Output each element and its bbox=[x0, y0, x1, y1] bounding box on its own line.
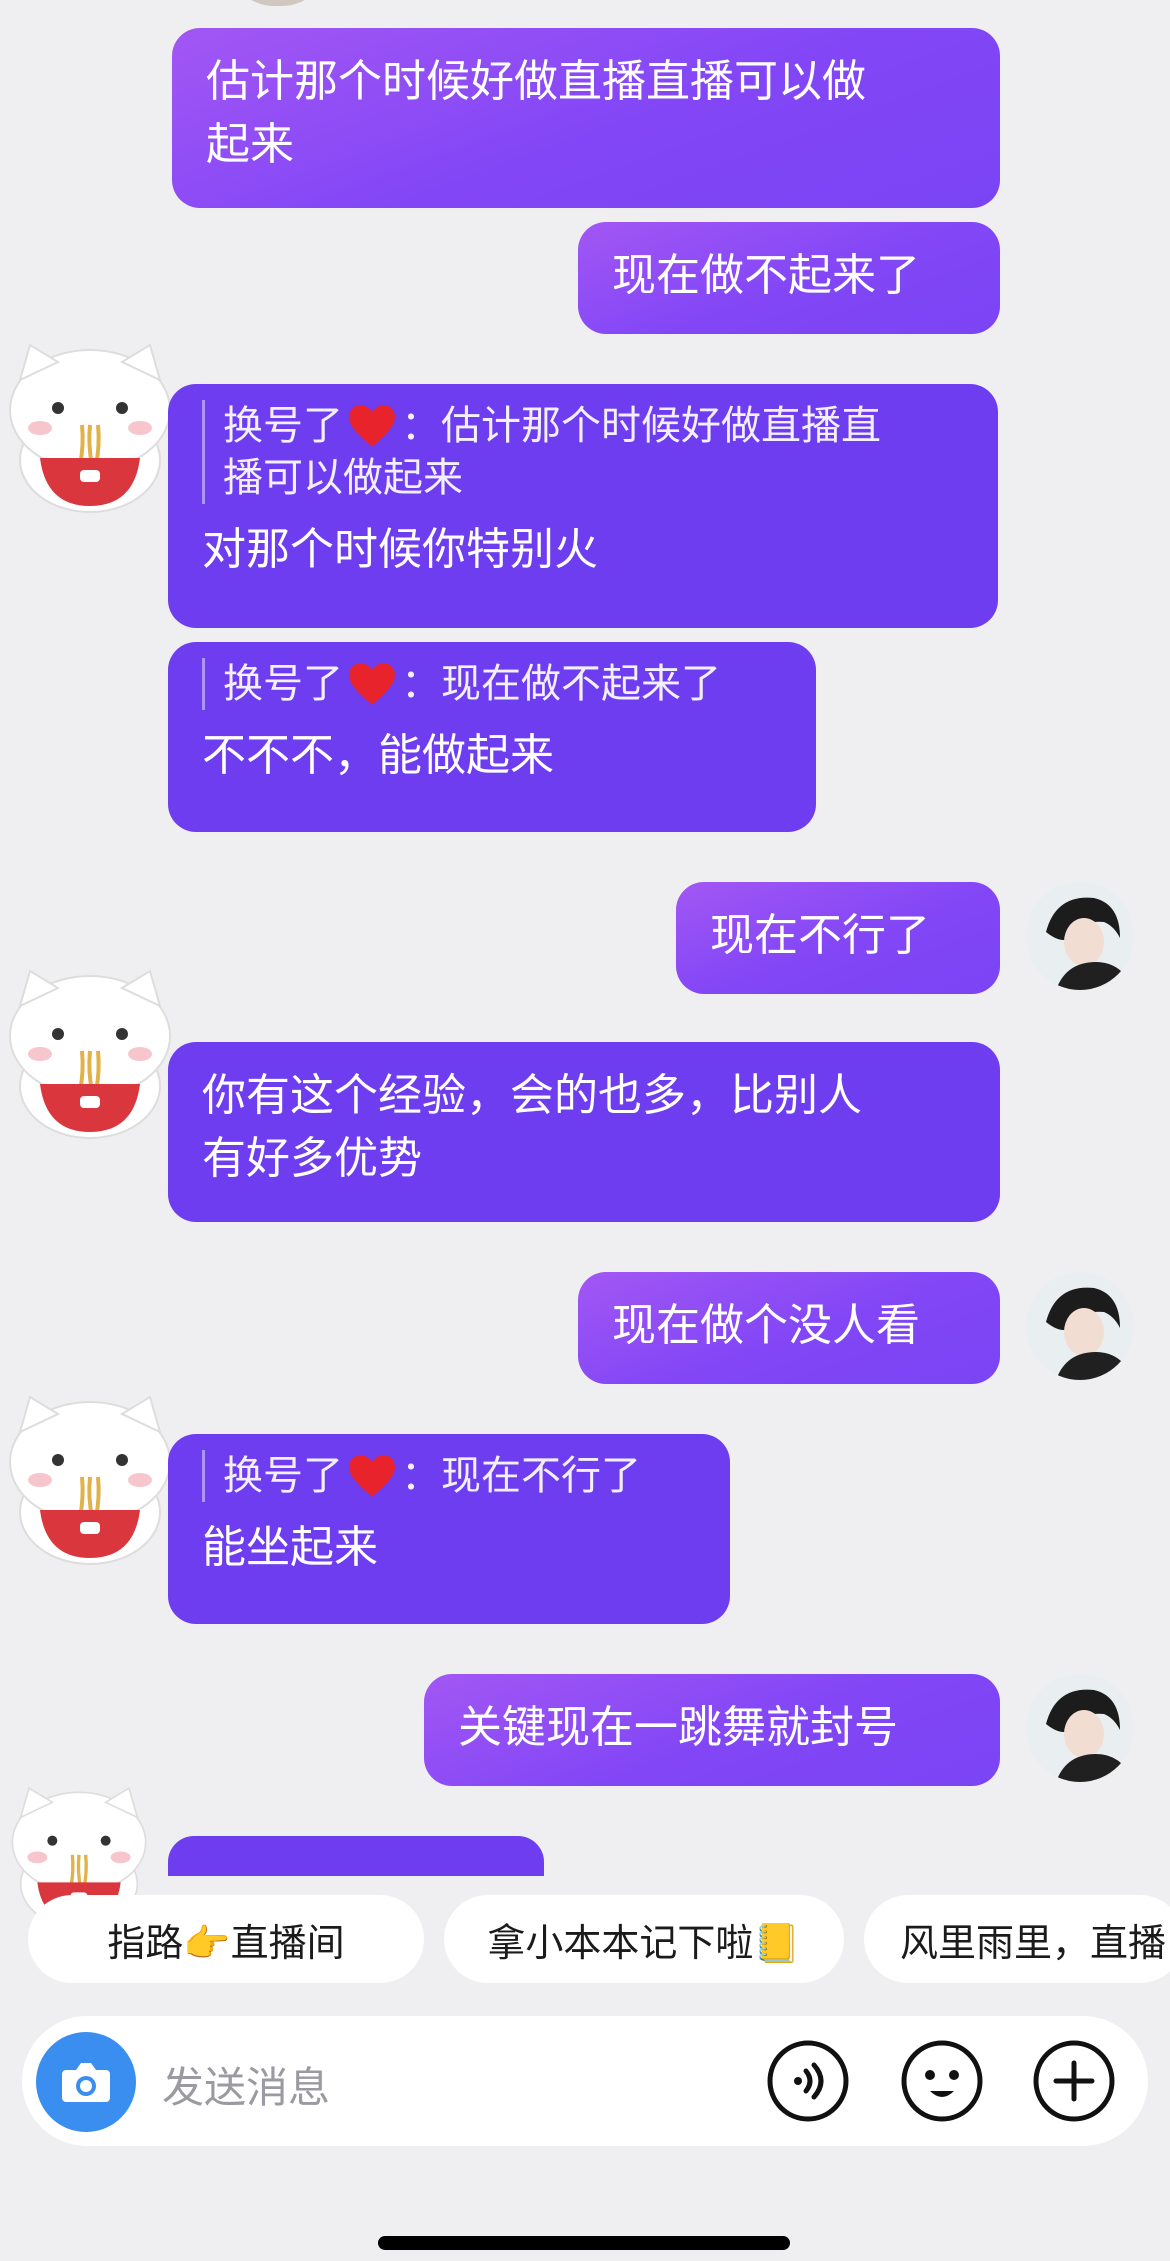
home-indicator bbox=[378, 2236, 790, 2250]
emoji-icon[interactable] bbox=[900, 2039, 984, 2123]
message-bubble-incoming-partial[interactable] bbox=[168, 1836, 544, 1876]
camera-icon bbox=[62, 2063, 110, 2102]
user-avatar-image bbox=[1026, 1272, 1134, 1380]
message-text: 关键现在一跳舞就封号 bbox=[458, 1702, 898, 1753]
message-bubble-outgoing[interactable]: 现在不行了 bbox=[676, 882, 1000, 994]
message-text: 你有这个经验，会的也多，比别人 bbox=[202, 1070, 862, 1121]
message-text: 有好多优势 bbox=[202, 1133, 422, 1184]
quick-reply-chip[interactable]: 拿小本本记下啦📒 bbox=[444, 1895, 844, 1983]
message-text: 估计那个时候好做直播直播可以做 bbox=[206, 56, 866, 107]
cat-avatar[interactable] bbox=[0, 966, 180, 1146]
quoted-reply: 换号了 ： 现在不行了 bbox=[202, 1450, 696, 1502]
quote-text: 现在做不起来了 bbox=[441, 661, 721, 707]
quick-reply-chip[interactable]: 风里雨里，直播 bbox=[864, 1895, 1170, 1983]
top-avatar-edge bbox=[228, 0, 328, 6]
message-bubble-incoming[interactable]: 你有这个经验，会的也多，比别人 有好多优势 bbox=[168, 1042, 1000, 1222]
cat-avatar[interactable] bbox=[0, 1392, 180, 1572]
camera-button[interactable] bbox=[36, 2032, 136, 2132]
message-bubble-incoming[interactable]: 换号了 ： 估计那个时候好做直播直 播可以做起来 对那个时候你特别火 bbox=[168, 384, 998, 628]
quote-colon: ： bbox=[401, 661, 441, 707]
quick-reply-label: 风里雨里，直播 bbox=[900, 1920, 1167, 1965]
message-bubble-incoming[interactable]: 换号了 ： 现在做不起来了 不不不，能做起来 bbox=[168, 642, 816, 832]
message-input-bar: 发送消息 bbox=[22, 2016, 1148, 2146]
message-bubble-incoming[interactable]: 换号了 ： 现在不行了 能坐起来 bbox=[168, 1434, 730, 1624]
user-avatar-image bbox=[1026, 1674, 1134, 1782]
quick-reply-chip[interactable]: 指路👉直播间 bbox=[28, 1895, 424, 1983]
quote-text: 现在不行了 bbox=[441, 1453, 641, 1499]
quote-colon: ： bbox=[401, 403, 441, 449]
heart-icon bbox=[349, 1455, 395, 1497]
message-input-placeholder[interactable]: 发送消息 bbox=[162, 2054, 330, 2115]
quote-text: 估计那个时候好做直播直 bbox=[441, 403, 881, 449]
quote-text: 播可以做起来 bbox=[223, 455, 463, 501]
quoted-reply: 换号了 ： 现在做不起来了 bbox=[202, 658, 782, 710]
user-avatar[interactable] bbox=[1026, 1674, 1134, 1782]
message-text: 现在做个没人看 bbox=[612, 1300, 920, 1351]
heart-icon bbox=[349, 405, 395, 447]
message-text: 现在做不起来了 bbox=[612, 250, 920, 301]
user-avatar[interactable] bbox=[1026, 1272, 1134, 1380]
quote-author: 换号了 bbox=[223, 661, 343, 707]
message-text: 不不不，能做起来 bbox=[202, 730, 554, 781]
quote-author: 换号了 bbox=[223, 1453, 343, 1499]
user-avatar-image bbox=[1026, 882, 1134, 990]
message-bubble-outgoing[interactable]: 现在做个没人看 bbox=[578, 1272, 1000, 1384]
voice-icon[interactable] bbox=[766, 2039, 850, 2123]
message-text: 能坐起来 bbox=[202, 1522, 378, 1573]
quote-author: 换号了 bbox=[223, 403, 343, 449]
quoted-reply: 换号了 ： 估计那个时候好做直播直 播可以做起来 bbox=[202, 400, 964, 504]
user-avatar[interactable] bbox=[1026, 882, 1134, 990]
message-bubble-outgoing[interactable]: 估计那个时候好做直播直播可以做 起来 bbox=[172, 28, 1000, 208]
message-bubble-outgoing[interactable]: 关键现在一跳舞就封号 bbox=[424, 1674, 1000, 1786]
quote-colon: ： bbox=[401, 1453, 441, 1499]
quick-reply-label: 指路👉直播间 bbox=[107, 1920, 345, 1965]
message-text: 起来 bbox=[206, 119, 294, 170]
message-text: 现在不行了 bbox=[710, 910, 930, 961]
plus-icon[interactable] bbox=[1032, 2039, 1116, 2123]
quick-reply-label: 拿小本本记下啦📒 bbox=[487, 1920, 801, 1965]
message-bubble-outgoing[interactable]: 现在做不起来了 bbox=[578, 222, 1000, 334]
heart-icon bbox=[349, 663, 395, 705]
message-text: 对那个时候你特别火 bbox=[202, 524, 598, 575]
cat-avatar[interactable] bbox=[0, 340, 180, 520]
